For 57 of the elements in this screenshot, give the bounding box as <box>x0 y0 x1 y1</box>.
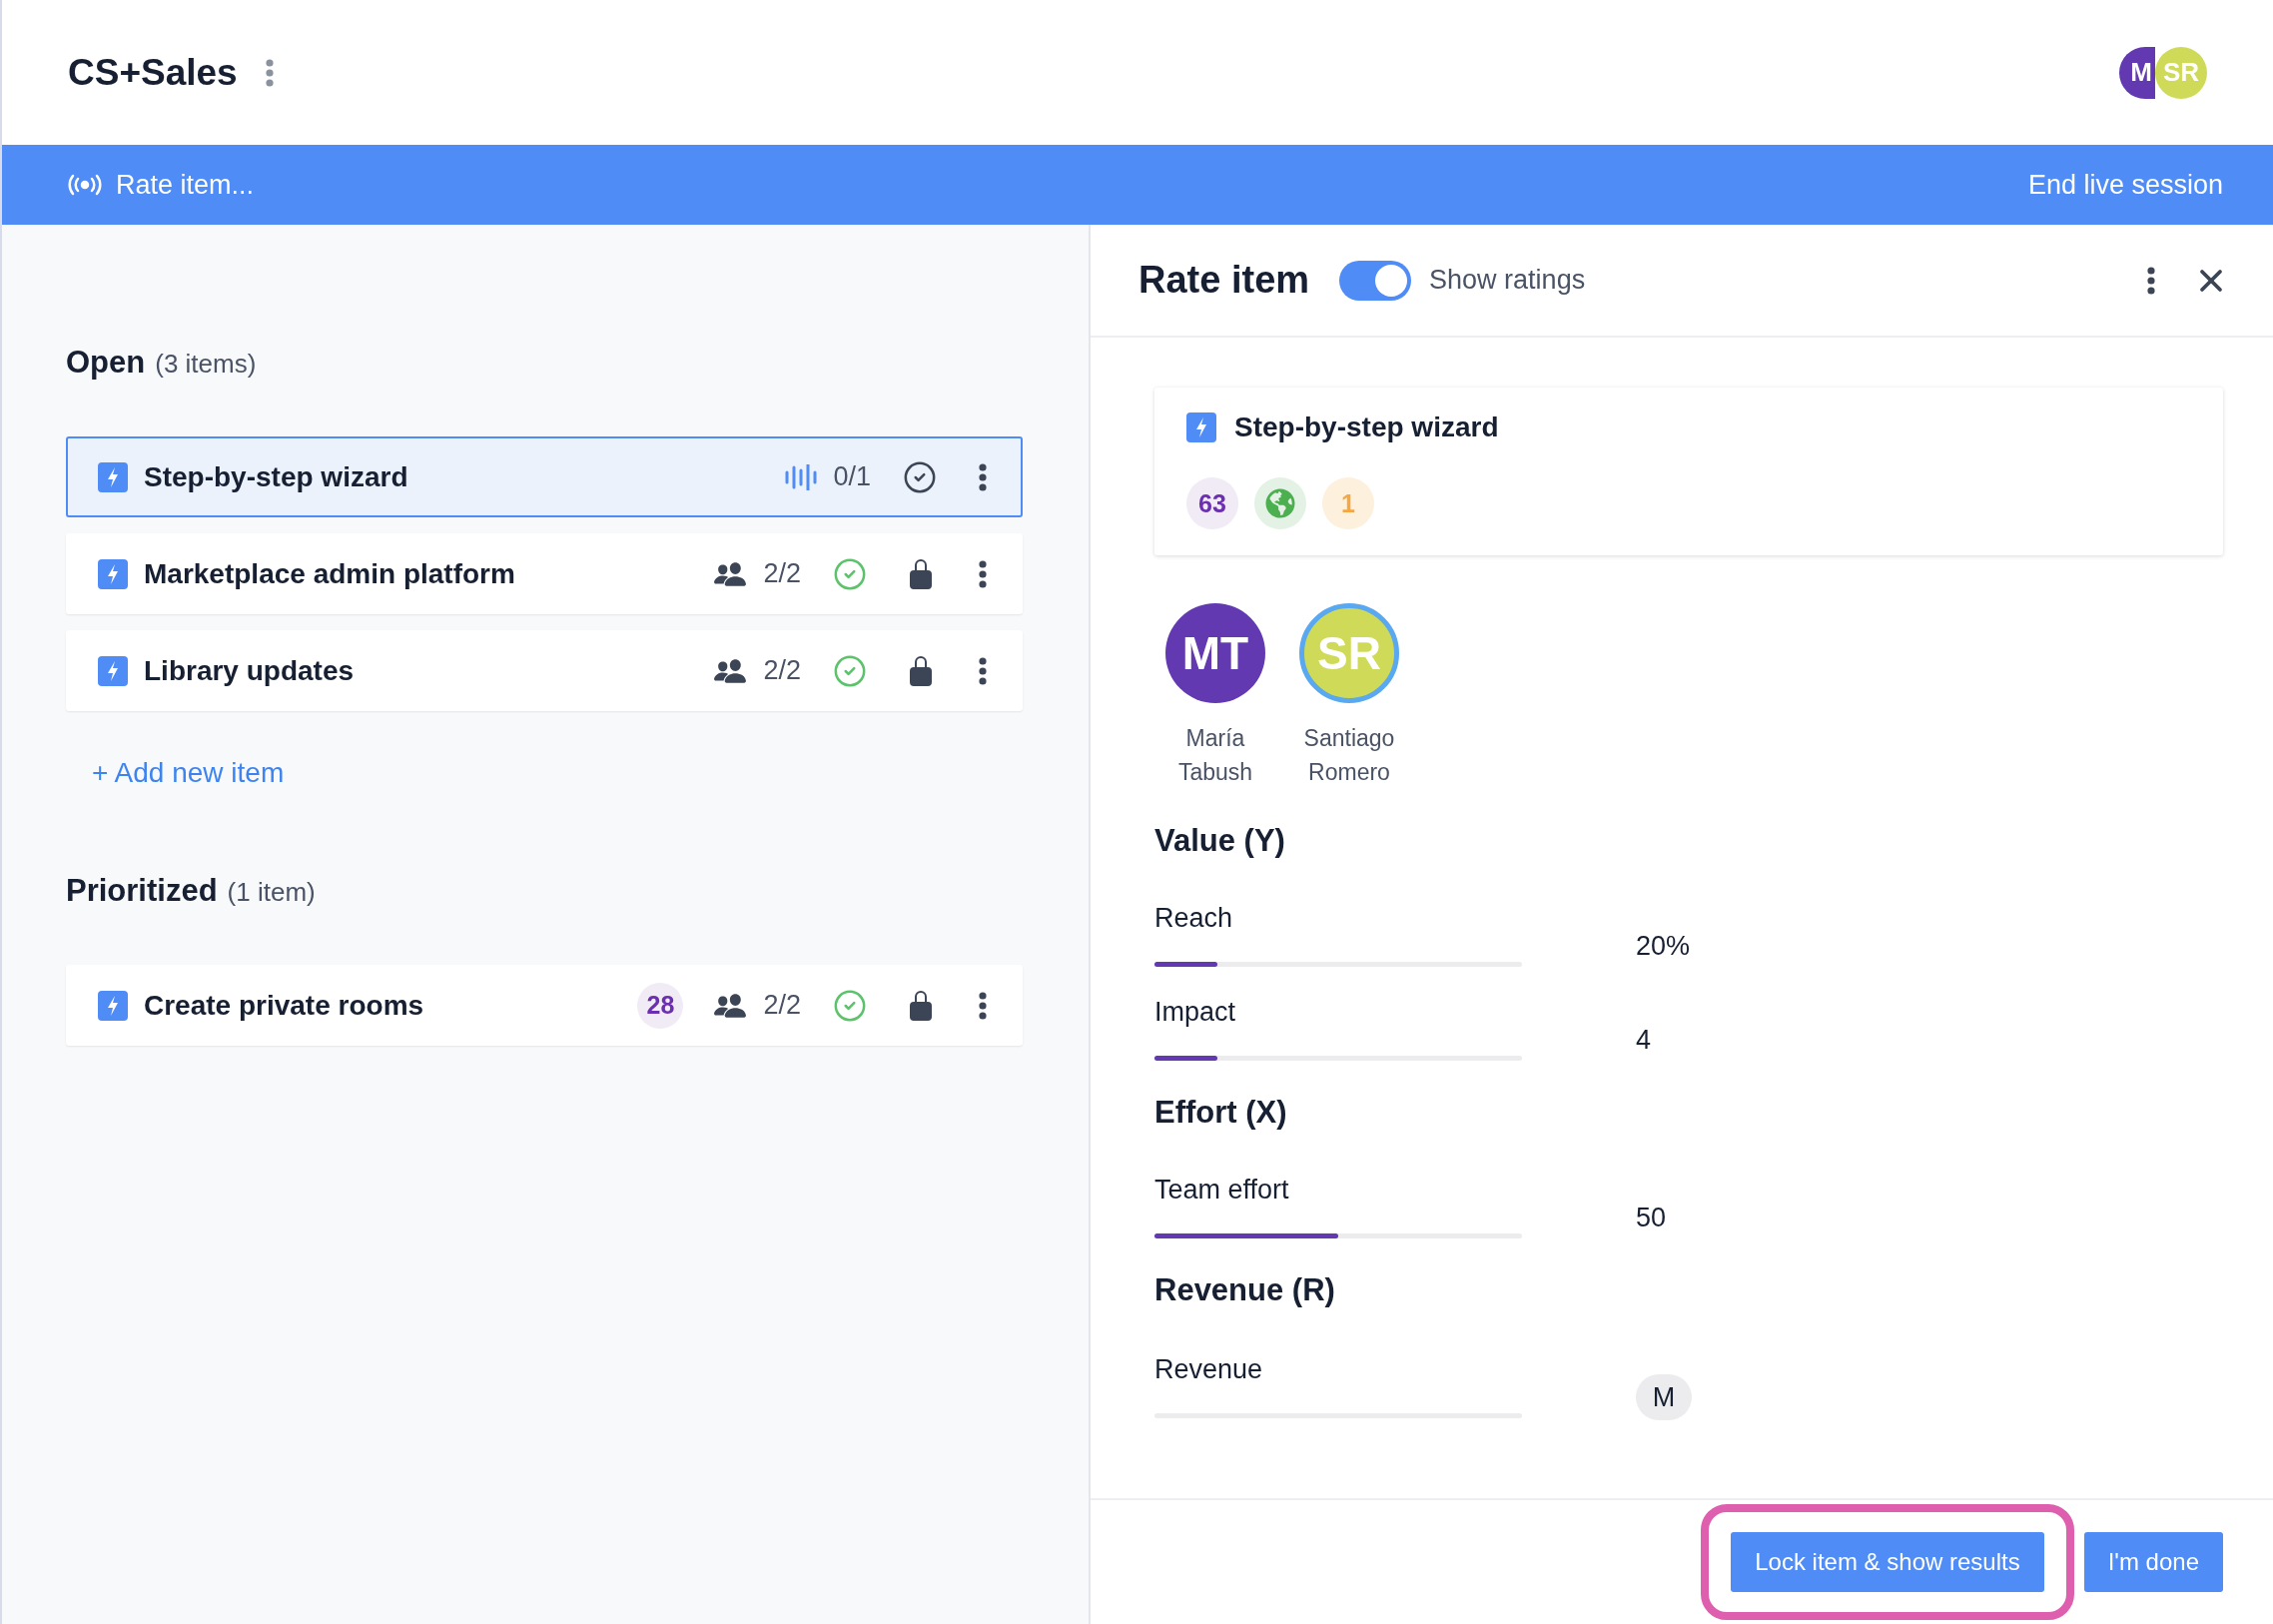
rater-name: María Tabush <box>1176 724 1254 787</box>
toggle-switch[interactable] <box>1339 260 1412 301</box>
item-row[interactable]: Create private rooms 28 2/2 <box>66 965 1023 1046</box>
item-row[interactable]: Library updates 2/2 <box>66 630 1023 711</box>
item-title: Create private rooms <box>144 989 425 1022</box>
item-count: (1 item) <box>227 877 316 908</box>
item-row[interactable]: Marketplace admin platform 2/2 <box>66 533 1023 614</box>
slider-track[interactable] <box>1154 962 1522 967</box>
app-title: CS+Sales <box>68 51 238 94</box>
lightning-icon <box>1186 412 1216 442</box>
item-title: Step-by-step wizard <box>144 460 409 493</box>
user-avatar[interactable]: M <box>2119 46 2155 99</box>
audio-bars-icon <box>785 463 818 490</box>
section-title: Prioritized <box>66 873 218 909</box>
lightning-icon <box>98 655 128 686</box>
choice-chip[interactable]: M <box>1636 1374 1692 1420</box>
item-title: Library updates <box>144 654 356 687</box>
vote-count: 2/2 <box>763 655 801 686</box>
live-status-label: Rate item... <box>116 169 255 201</box>
criterion-title: Effort (X) <box>1154 1095 1288 1131</box>
section-title: Open <box>66 345 146 381</box>
more-icon <box>979 559 987 588</box>
item-count: (3 items) <box>155 349 257 380</box>
slider-track[interactable] <box>1154 1233 1522 1238</box>
panel-title: Rate item <box>1138 259 1310 302</box>
item-row[interactable]: Step-by-step wizard 0/1 <box>66 436 1023 517</box>
lightning-icon <box>98 461 128 492</box>
more-icon <box>979 656 987 685</box>
slider-track[interactable] <box>1154 1056 1522 1061</box>
toggle-label: Show ratings <box>1429 265 1586 296</box>
lightning-icon <box>98 990 128 1021</box>
broadcast-icon <box>68 174 102 196</box>
field-value: 4 <box>1636 1024 1653 1056</box>
more-icon <box>979 991 987 1020</box>
criterion-title: Value (Y) <box>1154 823 1286 859</box>
field-label: Reach <box>1154 903 1234 934</box>
card-title: Step-by-step wizard <box>1234 411 1499 443</box>
more-icon <box>979 462 987 491</box>
lightning-icon <box>98 558 128 589</box>
rater-name: Santiago Romero <box>1302 724 1396 787</box>
field-label: Revenue <box>1154 1354 1264 1385</box>
field-label: Team effort <box>1154 1175 1290 1206</box>
vote-count: 2/2 <box>763 990 801 1021</box>
more-icon <box>265 58 274 87</box>
vote-count: 0/1 <box>833 461 871 492</box>
score-badge: 28 <box>637 982 684 1029</box>
more-icon <box>2147 266 2155 295</box>
vote-count: 2/2 <box>763 558 801 589</box>
field-value: 50 <box>1636 1202 1668 1233</box>
criterion-title: Revenue (R) <box>1154 1272 1336 1308</box>
item-title: Marketplace admin platform <box>144 557 516 590</box>
field-value: 20% <box>1636 930 1692 962</box>
globe-badge <box>1254 477 1306 529</box>
rater-avatar[interactable]: MT <box>1165 603 1265 703</box>
field-label: Impact <box>1154 997 1237 1028</box>
count-badge: 1 <box>1322 477 1374 529</box>
count-badge: 63 <box>1186 477 1238 529</box>
